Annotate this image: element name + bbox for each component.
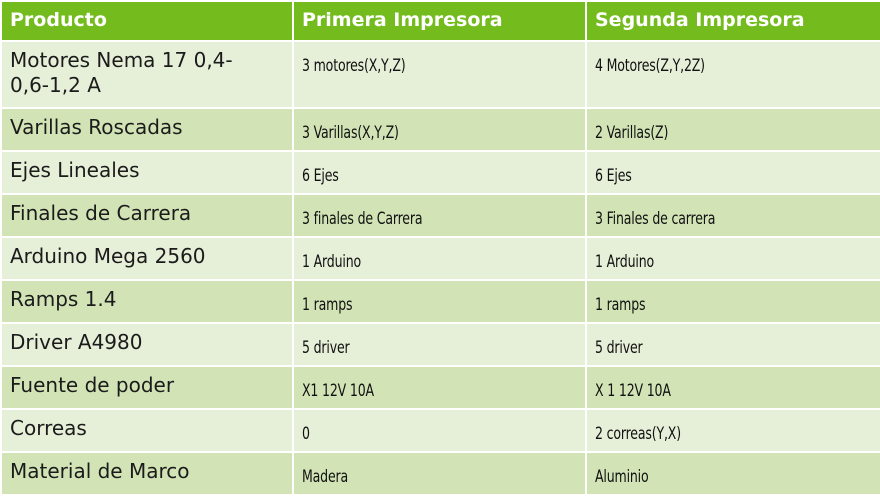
cell-producto: Motores Nema 17 0,4-0,6-1,2 A [0, 40, 294, 109]
comparison-table: Producto Primera Impresora Segunda Impre… [0, 0, 880, 496]
cell-segunda: X 1 12V 10A [585, 365, 880, 410]
header-producto: Producto [0, 0, 294, 42]
cell-segunda: 2 Varillas(Z) [585, 107, 880, 152]
cell-producto: Ramps 1.4 [0, 279, 294, 324]
cell-producto: Finales de Carrera [0, 193, 294, 238]
cell-producto: Fuente de poder [0, 365, 294, 410]
cell-primera: 5 driver [292, 322, 587, 367]
table-row: Fuente de poder X1 12V 10A X 1 12V 10A [0, 365, 880, 410]
cell-primera: X1 12V 10A [292, 365, 587, 410]
cell-producto: Driver A4980 [0, 322, 294, 367]
cell-segunda: 1 Arduino [585, 236, 880, 281]
cell-primera: 1 ramps [292, 279, 587, 324]
table-row: Correas 0 2 correas(Y,X) [0, 408, 880, 453]
table-row: Arduino Mega 2560 1 Arduino 1 Arduino [0, 236, 880, 281]
table-row: Finales de Carrera 3 finales de Carrera … [0, 193, 880, 238]
cell-segunda: 5 driver [585, 322, 880, 367]
cell-primera: Madera [292, 451, 587, 496]
cell-segunda: 4 Motores(Z,Y,2Z) [585, 40, 880, 109]
cell-primera: 3 motores(X,Y,Z) [292, 40, 587, 109]
cell-segunda: 2 correas(Y,X) [585, 408, 880, 453]
cell-producto: Varillas Roscadas [0, 107, 294, 152]
cell-segunda: 3 Finales de carrera [585, 193, 880, 238]
cell-primera: 6 Ejes [292, 150, 587, 195]
table-row: Material de Marco Madera Aluminio [0, 451, 880, 496]
cell-primera: 1 Arduino [292, 236, 587, 281]
header-row: Producto Primera Impresora Segunda Impre… [0, 0, 880, 42]
cell-primera: 3 finales de Carrera [292, 193, 587, 238]
header-primera-impresora: Primera Impresora [292, 0, 587, 42]
cell-producto: Arduino Mega 2560 [0, 236, 294, 281]
cell-primera: 3 Varillas(X,Y,Z) [292, 107, 587, 152]
table-row: Ejes Lineales 6 Ejes 6 Ejes [0, 150, 880, 195]
cell-segunda: 6 Ejes [585, 150, 880, 195]
cell-segunda: Aluminio [585, 451, 880, 496]
cell-segunda: 1 ramps [585, 279, 880, 324]
cell-producto: Correas [0, 408, 294, 453]
cell-producto: Ejes Lineales [0, 150, 294, 195]
table-row: Driver A4980 5 driver 5 driver [0, 322, 880, 367]
table-row: Varillas Roscadas 3 Varillas(X,Y,Z) 2 Va… [0, 107, 880, 152]
cell-primera: 0 [292, 408, 587, 453]
table-row: Motores Nema 17 0,4-0,6-1,2 A 3 motores(… [0, 40, 880, 109]
header-segunda-impresora: Segunda Impresora [585, 0, 880, 42]
table-row: Ramps 1.4 1 ramps 1 ramps [0, 279, 880, 324]
cell-producto: Material de Marco [0, 451, 294, 496]
